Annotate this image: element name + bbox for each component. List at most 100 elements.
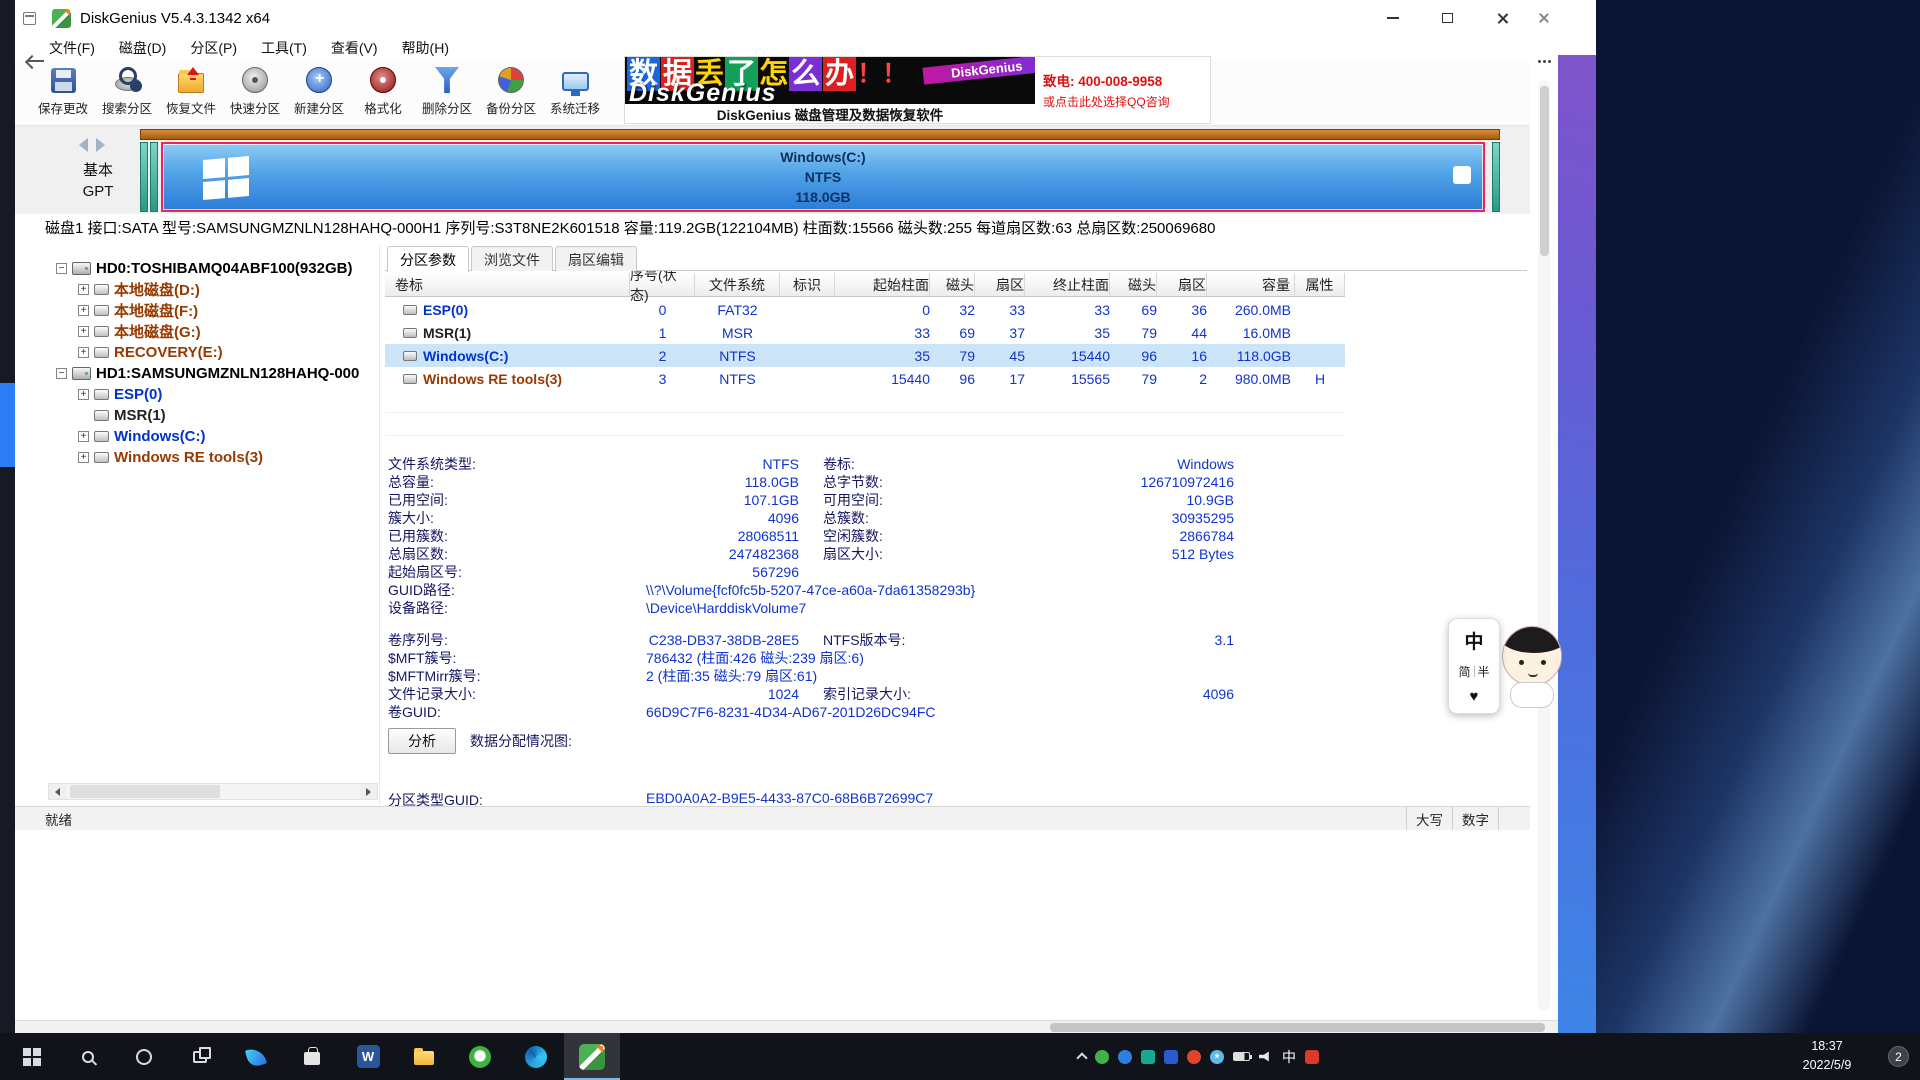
feather-app-icon: [245, 1045, 267, 1067]
tree-expander[interactable]: [78, 347, 89, 358]
tree-item-local-d[interactable]: 本地磁盘(D:): [48, 279, 379, 300]
scroll-right-icon: [366, 788, 371, 796]
tree-item-msr[interactable]: MSR(1): [48, 405, 379, 426]
tree-item-recovery-e[interactable]: RECOVERY(E:): [48, 342, 379, 363]
taskbar-app-edge[interactable]: [508, 1033, 564, 1080]
detail-label: 索引记录大小:: [823, 684, 911, 704]
taskbar-app-word[interactable]: W: [340, 1033, 396, 1080]
menu-view[interactable]: 查看(V): [319, 36, 390, 60]
partition-re-tools-sliver[interactable]: [1492, 142, 1500, 212]
tab-browse-files[interactable]: 浏览文件: [471, 246, 553, 271]
taskbar-app-diskgenius[interactable]: [564, 1033, 620, 1080]
tree-item-hd1[interactable]: HD1:SAMSUNGMZNLN128HAHQ-000: [48, 363, 379, 384]
maximize-button[interactable]: [1420, 0, 1475, 36]
tray-icon-snowflake[interactable]: [1210, 1050, 1224, 1064]
tab-sector-editor[interactable]: 扇区编辑: [555, 246, 637, 271]
scroll-track[interactable]: [66, 784, 360, 799]
horizontal-scrollbar-thumb[interactable]: [1050, 1023, 1545, 1032]
tree-expander[interactable]: [78, 452, 89, 463]
ad-qq-link[interactable]: 或点击此处选择QQ咨询: [1043, 93, 1202, 110]
search-partition-button[interactable]: 搜索分区: [95, 60, 159, 125]
tree-item-local-f[interactable]: 本地磁盘(F:): [48, 300, 379, 321]
taskbar-app-store[interactable]: [284, 1033, 340, 1080]
tree-expander[interactable]: [56, 368, 67, 379]
tree-label: ESP(0): [114, 386, 162, 403]
tree-expander[interactable]: [56, 263, 67, 274]
tree-expander[interactable]: [78, 326, 89, 337]
toolbar-label: 格式化: [364, 98, 402, 117]
battery-icon[interactable]: [1233, 1052, 1250, 1061]
menu-tools[interactable]: 工具(T): [249, 36, 319, 60]
menu-partition[interactable]: 分区(P): [178, 36, 249, 60]
taskbar-app-browser-green[interactable]: [452, 1033, 508, 1080]
taskbar-clock[interactable]: 18:37 2022/5/9: [1782, 1037, 1872, 1075]
ime-indicator[interactable]: 中: [1282, 1047, 1296, 1067]
tree-item-esp[interactable]: ESP(0): [48, 384, 379, 405]
table-row-windows-c-selected[interactable]: Windows(C:) 2 NTFS 35 79 45 15440 96 16 …: [385, 344, 1345, 367]
tree-item-local-g[interactable]: 本地磁盘(G:): [48, 321, 379, 342]
tab-partition-parameters[interactable]: 分区参数: [387, 246, 469, 272]
taskbar-app-feather[interactable]: [228, 1033, 284, 1080]
recover-files-button[interactable]: 恢复文件: [159, 60, 223, 125]
next-disk-arrow-icon[interactable]: [96, 138, 105, 152]
partition-esp-sliver[interactable]: [140, 142, 148, 212]
quick-partition-button[interactable]: 快速分区: [223, 60, 287, 125]
close-button[interactable]: [1475, 0, 1530, 36]
tree-item-hd0[interactable]: HD0:TOSHIBAMQ04ABF100(932GB): [48, 258, 379, 279]
tray-icon-teal[interactable]: [1141, 1050, 1155, 1064]
notification-badge[interactable]: 2: [1888, 1046, 1909, 1067]
back-button[interactable]: [23, 50, 49, 72]
detail-label: 卷GUID:: [388, 702, 441, 722]
table-row-esp[interactable]: ESP(0) 0 FAT32 0 32 33 33 69 36 260.0MB: [385, 298, 1345, 321]
backup-partition-button[interactable]: 备份分区: [479, 60, 543, 125]
ad-tagline: DiskGenius 磁盘管理及数据恢复软件: [625, 104, 1035, 123]
tray-icon-red-square[interactable]: [1305, 1050, 1319, 1064]
tray-icon-blue-square[interactable]: [1164, 1050, 1178, 1064]
format-button[interactable]: 格式化: [351, 60, 415, 125]
scroll-thumb[interactable]: [70, 785, 220, 798]
analyze-button[interactable]: 分析: [388, 728, 456, 754]
viewer-more-icon[interactable]: [1543, 60, 1546, 63]
taskbar-app-explorer[interactable]: [396, 1033, 452, 1080]
table-row-windows-re[interactable]: Windows RE tools(3) 3 NTFS 15440 96 17 1…: [385, 367, 1345, 390]
partition-windows-c[interactable]: Windows(C:) NTFS 118.0GB: [161, 142, 1485, 212]
prev-disk-arrow-icon[interactable]: [79, 138, 88, 152]
vertical-scrollbar-thumb[interactable]: [1540, 86, 1549, 256]
horizontal-scrollbar[interactable]: [15, 1020, 1558, 1033]
cortana-button[interactable]: [116, 1033, 172, 1080]
scroll-right-button[interactable]: [360, 784, 377, 799]
new-partition-button[interactable]: 新建分区: [287, 60, 351, 125]
scroll-left-button[interactable]: [49, 784, 66, 799]
detail-value: 3.1: [1215, 632, 1234, 648]
taskbar-search-button[interactable]: [60, 1033, 116, 1080]
tray-icon-blue[interactable]: [1118, 1050, 1132, 1064]
task-view-button[interactable]: [172, 1033, 228, 1080]
tree-horizontal-scrollbar[interactable]: [48, 783, 378, 800]
detail-label: $MFTMirr簇号:: [388, 666, 481, 686]
delete-partition-button[interactable]: 删除分区: [415, 60, 479, 125]
viewer-close-icon[interactable]: [1538, 12, 1550, 24]
tree-expander[interactable]: [78, 431, 89, 442]
vertical-scrollbar[interactable]: [1538, 80, 1550, 1010]
tray-icon-green[interactable]: [1095, 1050, 1109, 1064]
minimize-button[interactable]: [1365, 0, 1420, 36]
table-row-msr[interactable]: MSR(1) 1 MSR 33 69 37 35 79 44 16.0MB: [385, 321, 1345, 344]
tree-expander[interactable]: [78, 284, 89, 295]
table-cell: 79: [930, 344, 975, 367]
tree-item-windows-c[interactable]: Windows(C:): [48, 426, 379, 447]
start-button[interactable]: [4, 1033, 60, 1080]
menu-help[interactable]: 帮助(H): [390, 36, 461, 60]
disk-band: [140, 129, 1500, 140]
ime-float-widget[interactable]: 中 简半 ♥: [1448, 618, 1500, 714]
ad-banner[interactable]: 数据丢了怎么办！！ DiskGenius DiskGenius DiskGeni…: [625, 57, 1210, 123]
tree-expander[interactable]: [78, 389, 89, 400]
tree-item-windows-re[interactable]: Windows RE tools(3): [48, 447, 379, 468]
column-header: 终止柱面: [1025, 273, 1110, 296]
partition-msr-sliver[interactable]: [150, 142, 158, 212]
tray-expand-icon[interactable]: [1076, 1052, 1087, 1063]
tree-expander[interactable]: [78, 305, 89, 316]
tray-icon-red[interactable]: [1187, 1050, 1201, 1064]
system-migration-button[interactable]: 系统迁移: [543, 60, 607, 125]
volume-icon[interactable]: [1259, 1051, 1273, 1063]
menu-disk[interactable]: 磁盘(D): [107, 36, 178, 60]
